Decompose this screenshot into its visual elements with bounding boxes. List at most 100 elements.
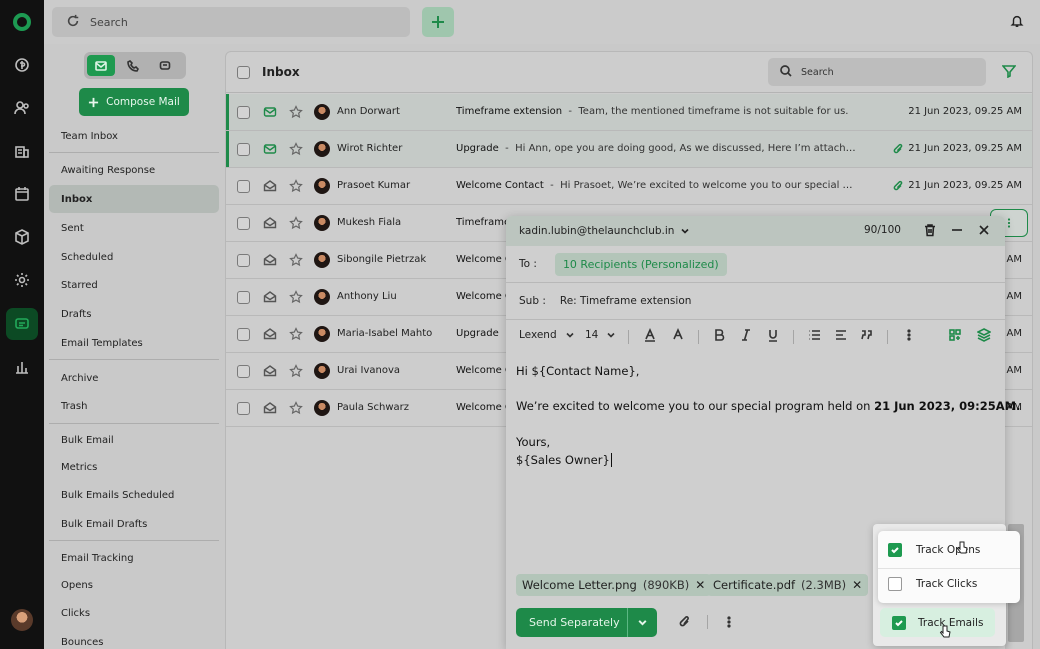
sidebar-item-sent[interactable]: Sent [49, 214, 219, 242]
row-checkbox[interactable] [237, 328, 250, 341]
send-separately-button[interactable]: Send Separately [516, 608, 657, 637]
font-family-select[interactable]: Lexend [519, 328, 577, 342]
track-opens-checkbox[interactable] [888, 543, 902, 557]
star-icon[interactable] [289, 290, 303, 307]
underline-button[interactable] [766, 328, 780, 342]
star-icon[interactable] [289, 401, 303, 418]
sidebar-item-bulk-email-drafts[interactable]: Bulk Email Drafts [49, 510, 219, 538]
minimize-button[interactable] [950, 223, 964, 240]
row-checkbox[interactable] [237, 402, 250, 415]
star-icon[interactable] [289, 179, 303, 196]
attach-file-button[interactable] [678, 615, 692, 632]
bullet-list-button[interactable] [807, 328, 821, 342]
row-checkbox[interactable] [237, 254, 250, 267]
template-button[interactable] [948, 328, 962, 342]
phone-channel-tab[interactable] [119, 55, 147, 76]
bell-icon[interactable] [1010, 14, 1024, 31]
row-checkbox[interactable] [237, 106, 250, 119]
sidebar-item-metrics[interactable]: Metrics [49, 453, 219, 481]
bold-button[interactable] [712, 328, 726, 342]
sidebar-item-scheduled[interactable]: Scheduled [49, 243, 219, 271]
compose-mail-label: Compose Mail [106, 96, 180, 108]
sidebar-item-email-tracking[interactable]: Email Tracking [49, 544, 219, 572]
star-icon[interactable] [289, 253, 303, 270]
track-emails-checkbox[interactable] [892, 615, 906, 630]
delete-draft-button[interactable] [923, 223, 937, 240]
reports-icon[interactable] [6, 351, 38, 383]
text-color-button[interactable] [643, 328, 657, 342]
calendar-icon[interactable] [6, 178, 38, 210]
row-checkbox[interactable] [237, 291, 250, 304]
avatar [314, 363, 330, 379]
italic-button[interactable] [739, 328, 753, 342]
track-emails-toggle[interactable]: Track Emails [880, 608, 995, 637]
contacts-icon[interactable] [6, 92, 38, 124]
more-format-button[interactable] [902, 328, 916, 342]
global-search[interactable]: Search [52, 7, 410, 37]
inbox-search[interactable]: Search [768, 58, 986, 86]
recipients-chip[interactable]: 10 Recipients (Personalized) [554, 252, 727, 276]
row-checkbox[interactable] [237, 217, 250, 230]
compose-more-button[interactable] [722, 615, 736, 632]
email-row[interactable]: Ann Dorwart Timeframe extension - Team, t… [226, 94, 1032, 131]
sidebar-item-bounces[interactable]: Bounces [49, 628, 219, 649]
tracking-options-popup: Track Opens Track Clicks [878, 531, 1020, 603]
sidebar-item-bulk-emails-scheduled[interactable]: Bulk Emails Scheduled [49, 481, 219, 509]
send-options-dropdown[interactable] [627, 608, 657, 637]
sidebar-item-trash[interactable]: Trash [49, 392, 219, 420]
email-row[interactable]: Wirot Richter Upgrade - Hi Ann, ope you a… [226, 131, 1032, 168]
star-icon[interactable] [289, 327, 303, 344]
sidebar-item-bulk-email[interactable]: Bulk Email [49, 426, 219, 454]
products-icon[interactable] [6, 221, 38, 253]
message-body[interactable]: Hi ${Contact Name}, We’re excited to wel… [516, 362, 1020, 470]
attachment-chip[interactable]: Welcome Letter.png (890KB) ✕ [516, 574, 712, 596]
star-icon[interactable] [289, 105, 303, 122]
track-opens-label: Track Opens [916, 544, 981, 556]
body-line-text: We’re excited to welcome you to our spec… [516, 399, 875, 414]
email-date: AM [1006, 291, 1022, 302]
sidebar-item-inbox[interactable]: Inbox [49, 185, 219, 213]
sidebar-item-email-templates[interactable]: Email Templates [49, 329, 219, 357]
add-button[interactable] [422, 7, 454, 37]
align-button[interactable] [834, 328, 848, 342]
row-checkbox[interactable] [237, 143, 250, 156]
font-size-select[interactable]: 14 [585, 328, 618, 342]
format-toolbar: Lexend 14 [506, 320, 1005, 352]
email-channel-tab[interactable] [87, 55, 115, 76]
hand-cursor-icon [956, 541, 968, 557]
settings-icon[interactable] [6, 264, 38, 296]
star-icon[interactable] [289, 216, 303, 233]
user-avatar[interactable] [11, 609, 33, 631]
attachment-chip[interactable]: Certificate.pdf (2.3MB) ✕ [707, 574, 869, 596]
sidebar-item-awaiting-response[interactable]: Awaiting Response [49, 156, 219, 184]
align-left-icon [836, 330, 846, 340]
filter-icon[interactable] [1001, 64, 1017, 81]
star-icon[interactable] [289, 364, 303, 381]
companies-icon[interactable] [6, 135, 38, 167]
subject-input[interactable]: Re: Timeframe extension [560, 295, 692, 307]
sidebar-item-team-inbox[interactable]: Team Inbox [49, 122, 219, 150]
remove-attachment-icon[interactable]: ✕ [695, 578, 705, 592]
chat-channel-tab[interactable] [151, 55, 179, 76]
layers-button[interactable] [977, 328, 991, 342]
star-icon[interactable] [289, 142, 303, 159]
row-checkbox[interactable] [237, 180, 250, 193]
select-all-checkbox[interactable] [237, 66, 250, 79]
mail-icon[interactable] [6, 308, 38, 340]
deals-icon[interactable] [6, 49, 38, 81]
email-row[interactable]: Prasoet Kumar Welcome Contact - Hi Prasoe… [226, 168, 1032, 205]
close-compose-button[interactable] [977, 223, 991, 240]
quote-button[interactable] [860, 328, 874, 342]
sidebar-item-archive[interactable]: Archive [49, 364, 219, 392]
sidebar-item-clicks[interactable]: Clicks [49, 599, 219, 627]
sidebar-item-opens[interactable]: Opens [49, 571, 219, 599]
compose-mail-button[interactable]: Compose Mail [79, 88, 189, 116]
track-clicks-option[interactable]: Track Clicks [888, 570, 977, 598]
sidebar-item-starred[interactable]: Starred [49, 271, 219, 299]
from-selector[interactable]: kadin.lubin@thelaunchclub.in [519, 225, 690, 237]
sidebar-item-drafts[interactable]: Drafts [49, 300, 219, 328]
remove-attachment-icon[interactable]: ✕ [852, 578, 862, 592]
track-clicks-checkbox[interactable] [888, 577, 902, 591]
highlight-button[interactable] [671, 328, 685, 342]
row-checkbox[interactable] [237, 365, 250, 378]
